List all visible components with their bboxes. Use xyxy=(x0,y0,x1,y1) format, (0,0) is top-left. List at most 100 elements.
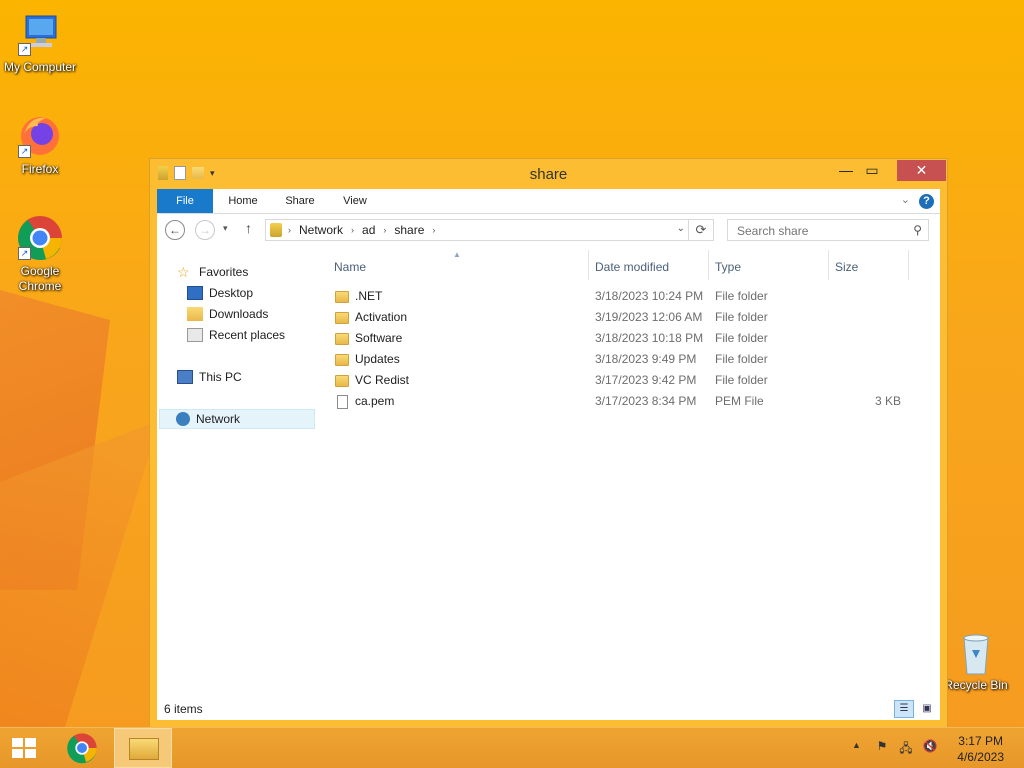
title-bar[interactable]: ▾ share — ▭ ✕ xyxy=(150,159,947,189)
file-row[interactable]: Software 3/18/2023 10:18 PM File folder xyxy=(327,328,940,349)
computer-icon xyxy=(177,370,193,384)
folder-icon xyxy=(335,311,349,324)
file-row[interactable]: .NET 3/18/2023 10:24 PM File folder xyxy=(327,286,940,307)
tab-view[interactable]: View xyxy=(329,189,381,213)
shortcut-arrow-icon: ↗ xyxy=(18,247,31,260)
desktop-icon-label: Firefox xyxy=(21,162,59,176)
desktop-icon-firefox[interactable]: ↗ Firefox xyxy=(0,112,80,177)
breadcrumb-network[interactable]: Network xyxy=(299,223,343,237)
nav-desktop[interactable]: Desktop xyxy=(187,283,253,303)
tab-home[interactable]: Home xyxy=(215,189,271,213)
nav-this-pc[interactable]: This PC xyxy=(177,367,242,387)
maximize-button[interactable]: ▭ xyxy=(849,160,895,181)
action-center-flag-icon[interactable]: ⚑ xyxy=(874,739,890,755)
navigation-bar: ← → ▾ ↑ › Network › ad › share › ⌄ ⟳ ⚲ xyxy=(157,214,940,248)
file-type: File folder xyxy=(715,310,768,324)
column-header-type[interactable]: Type xyxy=(715,260,741,274)
tab-share[interactable]: Share xyxy=(273,189,327,213)
nav-recent-places[interactable]: Recent places xyxy=(187,325,285,345)
sort-ascending-icon: ▲ xyxy=(453,250,461,259)
nav-downloads-label: Downloads xyxy=(209,307,269,321)
large-icons-view-button[interactable]: ▣ xyxy=(918,700,936,718)
start-button[interactable] xyxy=(0,728,48,768)
help-icon[interactable]: ? xyxy=(919,194,934,209)
breadcrumb-separator-icon[interactable]: › xyxy=(383,225,386,235)
recycle-bin-icon xyxy=(956,632,996,676)
file-name: VC Redist xyxy=(355,373,410,387)
file-type: File folder xyxy=(715,352,768,366)
file-name: ca.pem xyxy=(355,394,395,408)
breadcrumb-separator-icon[interactable]: › xyxy=(351,225,354,235)
search-input[interactable] xyxy=(735,223,899,239)
back-button[interactable]: ← xyxy=(165,220,185,240)
file-name: Activation xyxy=(355,310,408,324)
tab-file[interactable]: File xyxy=(157,189,213,213)
column-divider[interactable] xyxy=(908,250,909,280)
firefox-icon: ↗ xyxy=(16,112,64,160)
nav-network[interactable]: Network xyxy=(159,409,315,429)
clock-date: 4/6/2023 xyxy=(957,750,1004,764)
folder-icon xyxy=(335,374,349,387)
breadcrumb-separator-icon[interactable]: › xyxy=(432,225,435,235)
file-list: ▲ Name Date modified Type Size .NET 3/18/… xyxy=(327,248,940,698)
nav-desktop-label: Desktop xyxy=(209,286,254,300)
volume-muted-icon[interactable]: 🔇 xyxy=(922,739,938,755)
address-dropdown-icon[interactable]: ⌄ xyxy=(677,223,685,234)
refresh-button[interactable]: ⟳ xyxy=(688,220,713,240)
up-arrow-icon[interactable]: ↑ xyxy=(245,220,252,236)
network-status-icon[interactable]: 🖧 xyxy=(898,739,914,755)
search-box[interactable]: ⚲ xyxy=(727,219,929,241)
status-bar: 6 items ☰ ▣ xyxy=(157,698,940,720)
column-divider[interactable] xyxy=(828,250,829,280)
desktop-icon-recycle-bin[interactable]: Recycle Bin xyxy=(936,632,1016,693)
content-area: ☆ Favorites Desktop Downloads Recent pla… xyxy=(157,248,940,720)
expand-ribbon-icon[interactable]: ⌄ xyxy=(901,193,910,206)
search-icon[interactable]: ⚲ xyxy=(913,223,922,237)
file-type: File folder xyxy=(715,331,768,345)
desktop-icon-label: Recycle Bin xyxy=(944,678,1008,692)
network-folder-icon xyxy=(270,223,282,237)
desktop-icon-chrome[interactable]: ↗ Google Chrome xyxy=(0,214,80,294)
desktop-icon-my-computer[interactable]: ↗ My Computer xyxy=(0,10,80,75)
column-header-name[interactable]: Name xyxy=(334,260,366,274)
forward-button[interactable]: → xyxy=(195,220,215,240)
downloads-icon xyxy=(187,307,203,321)
nav-network-label: Network xyxy=(196,412,241,426)
file-date: 3/17/2023 8:34 PM xyxy=(595,394,697,408)
column-divider[interactable] xyxy=(588,250,589,280)
clock[interactable]: 3:17 PM 4/6/2023 xyxy=(957,733,1004,765)
file-row[interactable]: Updates 3/18/2023 9:49 PM File folder xyxy=(327,349,940,370)
file-row[interactable]: ca.pem 3/17/2023 8:34 PM PEM File 3 KB xyxy=(327,391,940,412)
file-type: File folder xyxy=(715,289,768,303)
file-date: 3/19/2023 12:06 AM xyxy=(595,310,703,324)
file-name-cell: Activation xyxy=(335,307,407,328)
taskbar-explorer-button[interactable] xyxy=(114,728,172,768)
chrome-icon xyxy=(67,733,97,764)
details-view-button[interactable]: ☰ xyxy=(894,700,914,718)
column-divider[interactable] xyxy=(708,250,709,280)
chrome-icon: ↗ xyxy=(16,214,64,262)
recent-locations-chevron-icon[interactable]: ▾ xyxy=(223,223,228,234)
show-hidden-icons-button[interactable]: ▲ xyxy=(852,740,861,750)
nav-downloads[interactable]: Downloads xyxy=(187,304,268,324)
desktop-icon xyxy=(187,286,203,300)
file-name-cell: Software xyxy=(335,328,402,349)
clock-time: 3:17 PM xyxy=(958,734,1003,748)
file-icon xyxy=(337,394,348,409)
breadcrumb-separator-icon[interactable]: › xyxy=(288,225,291,235)
address-bar[interactable]: › Network › ad › share › ⌄ ⟳ xyxy=(265,219,714,241)
breadcrumb-share[interactable]: share xyxy=(394,223,424,237)
file-row[interactable]: Activation 3/19/2023 12:06 AM File folder xyxy=(327,307,940,328)
column-header-date[interactable]: Date modified xyxy=(595,260,669,274)
item-count: 6 items xyxy=(164,702,203,716)
close-button[interactable]: ✕ xyxy=(897,160,946,181)
column-header-size[interactable]: Size xyxy=(835,260,858,274)
star-icon: ☆ xyxy=(177,264,190,280)
file-name-cell: .NET xyxy=(335,286,382,307)
nav-favorites[interactable]: ☆ Favorites xyxy=(177,262,248,282)
file-row[interactable]: VC Redist 3/17/2023 9:42 PM File folder xyxy=(327,370,940,391)
ribbon-tabs: File Home Share View ⌄ ? xyxy=(157,189,940,214)
breadcrumb-ad[interactable]: ad xyxy=(362,223,375,237)
taskbar-chrome-button[interactable] xyxy=(56,728,108,768)
file-date: 3/18/2023 9:49 PM xyxy=(595,352,697,366)
